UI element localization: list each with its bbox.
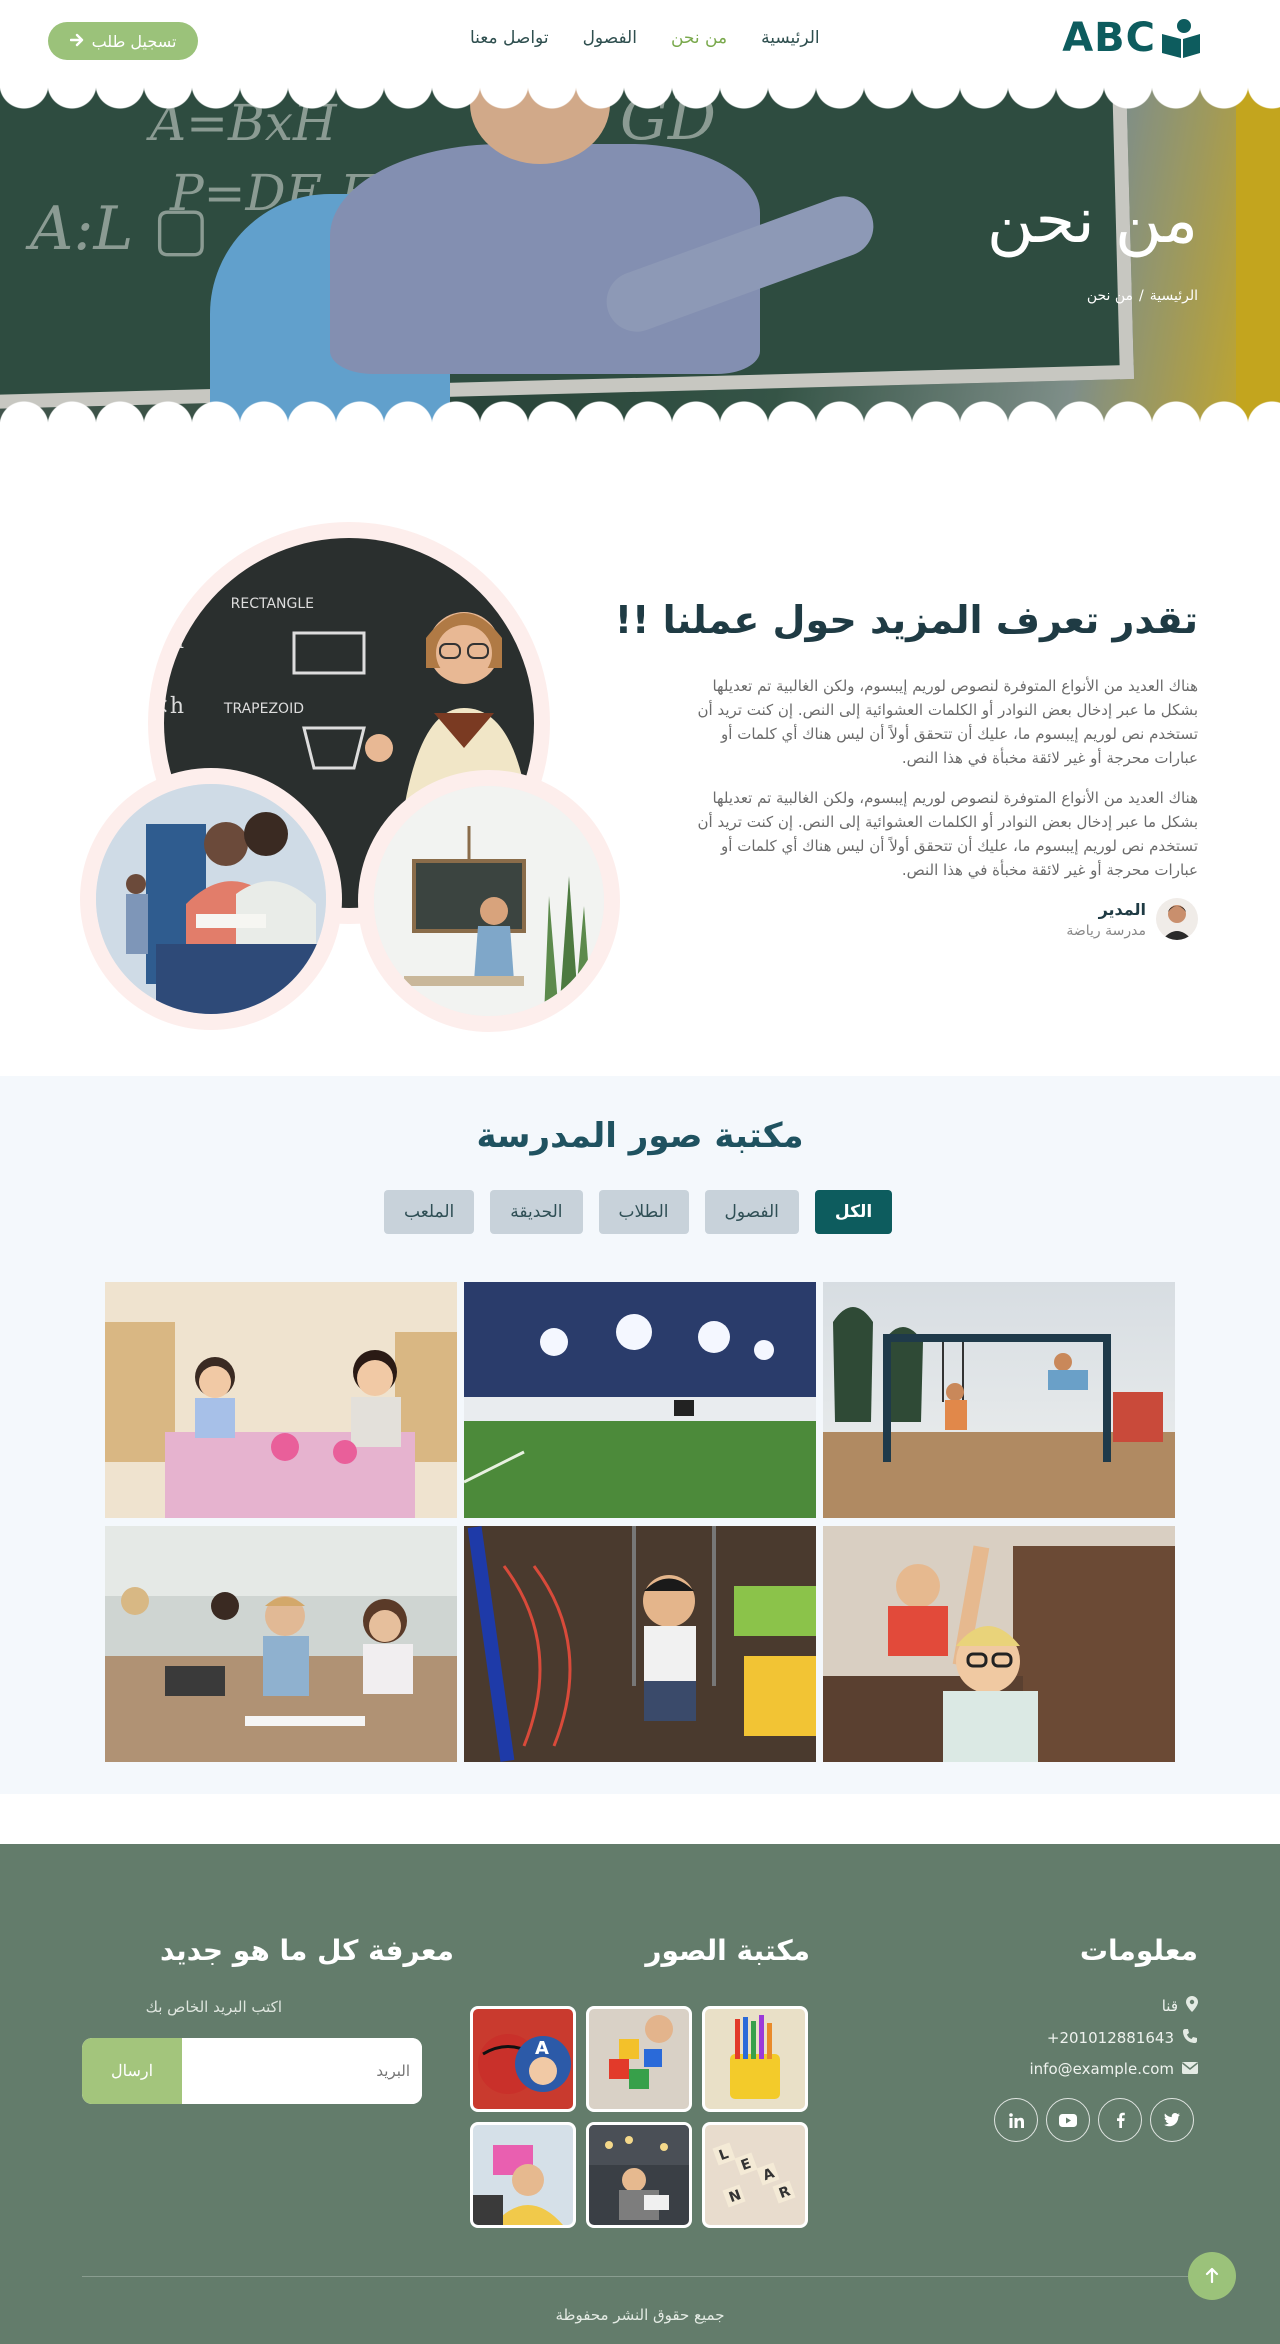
back-to-top-button[interactable] <box>1188 2252 1236 2300</box>
filter-classes[interactable]: الفصول <box>704 1190 799 1234</box>
svg-text:A: A <box>535 2038 549 2059</box>
about-paragraph: هناك العديد من الأنواع المتوفرة لنصوص لو… <box>697 789 1198 879</box>
manager-card: المدير مدرسة رياضة <box>1066 898 1198 940</box>
register-request-button[interactable]: تسجيل طلب <box>48 22 198 60</box>
gallery-grid <box>105 1282 1175 1762</box>
navbar-scallop-edge <box>0 84 1280 112</box>
facebook-icon[interactable] <box>1098 2098 1142 2142</box>
map-pin-icon <box>1186 1996 1198 2016</box>
copyright-text: جميع حقوق النشر محفوظة <box>555 2306 725 2324</box>
svg-text:A=b×h: A=b×h <box>164 694 184 719</box>
boy-raising-hand-photo[interactable] <box>823 1526 1175 1762</box>
superhero-kids-thumbnail[interactable]: A <box>470 2006 576 2112</box>
email-text[interactable]: info@example.com <box>1030 2060 1175 2078</box>
footer-info-title: معلومات <box>1079 1934 1198 1967</box>
filter-all[interactable]: الكل <box>814 1190 893 1234</box>
breadcrumb-separator: / <box>1139 288 1144 304</box>
gallery-title: مكتبة صور المدرسة <box>476 1116 804 1156</box>
newsletter-email-input[interactable] <box>182 2038 422 2104</box>
filter-playground[interactable]: الملعب <box>384 1190 475 1234</box>
manager-name: المدير <box>1098 899 1146 919</box>
breadcrumb: الرئيسية / من نحن <box>1087 288 1198 304</box>
page-title: من نحن <box>986 184 1198 258</box>
footer: معلومات قنا +201012881643 info@example.c… <box>0 1844 1280 2344</box>
logo[interactable]: ABC <box>1062 15 1202 61</box>
footer-photos-title: مكتبة الصور <box>645 1934 810 1967</box>
students-studying-image <box>96 784 326 1014</box>
filter-students[interactable]: الطلاب <box>598 1190 689 1234</box>
breadcrumb-home[interactable]: الرئيسية <box>1150 288 1198 304</box>
child-playing-thumbnail[interactable] <box>470 2122 576 2228</box>
svg-text:TRAPEZOID: TRAPEZOID <box>223 701 304 717</box>
nav-link-home[interactable]: الرئيسية <box>761 28 820 48</box>
learn-letters-thumbnail[interactable]: L E A R N <box>702 2122 808 2228</box>
footer-address: قنا <box>1162 1996 1198 2016</box>
footer-phone: +201012881643 <box>1047 2028 1198 2048</box>
boy-on-swing-photo[interactable] <box>464 1526 816 1762</box>
footer-email: info@example.com <box>1030 2060 1198 2078</box>
gallery-section: مكتبة صور المدرسة الكل الفصول الطلاب الح… <box>0 1076 1280 1794</box>
book-person-icon <box>1160 18 1202 58</box>
address-text: قنا <box>1161 1997 1178 2015</box>
toy-blocks-thumbnail[interactable] <box>586 2006 692 2112</box>
arrow-right-icon <box>69 32 84 51</box>
kids-eating-classroom-photo[interactable] <box>105 1282 457 1518</box>
manager-role: مدرسة رياضة <box>1066 922 1146 939</box>
nav-link-classes[interactable]: الفصول <box>583 28 637 48</box>
envelope-icon <box>1182 2060 1198 2078</box>
filter-garden[interactable]: الحديقة <box>490 1190 583 1234</box>
kids-drawing-classroom-photo[interactable] <box>105 1526 457 1762</box>
playground-swings-photo[interactable] <box>823 1282 1175 1518</box>
newsletter-form: ارسال <box>82 2038 422 2104</box>
arrow-up-icon <box>1205 2264 1219 2289</box>
footer-divider <box>82 2276 1198 2277</box>
footer-photo-grid: A L E A R N <box>470 2006 808 2228</box>
reading-child-thumbnail[interactable] <box>586 2122 692 2228</box>
register-request-label: تسجيل طلب <box>91 31 177 51</box>
twitter-icon[interactable] <box>1150 2098 1194 2142</box>
newsletter-submit-button[interactable]: ارسال <box>82 2038 182 2104</box>
colored-pencils-thumbnail[interactable] <box>702 2006 808 2112</box>
newsletter-subtitle: اكتب البريد الخاص بك <box>145 1998 282 2016</box>
youtube-icon[interactable] <box>1046 2098 1090 2142</box>
svg-text:RECTANGLE: RECTANGLE <box>231 596 314 612</box>
linkedin-icon[interactable] <box>994 2098 1038 2142</box>
hero-banner: A=BxH P=DE-E GD ▢ A:L من نحن الرئيسية / … <box>0 84 1280 424</box>
phone-text[interactable]: +201012881643 <box>1047 2029 1174 2047</box>
main-nav: الرئيسية من نحن الفصول تواصل معنا <box>470 28 820 48</box>
nav-link-contact[interactable]: تواصل معنا <box>470 28 549 48</box>
gallery-filters: الكل الفصول الطلاب الحديقة الملعب <box>384 1190 893 1234</box>
soccer-field-photo[interactable] <box>464 1282 816 1518</box>
nav-link-about[interactable]: من نحن <box>671 28 727 48</box>
social-links <box>994 2098 1194 2142</box>
about-section: تقدر تعرف المزيد حول عملنا !! هناك العدي… <box>0 424 1280 1076</box>
logo-text: ABC <box>1062 15 1156 61</box>
navbar: ABC الرئيسية من نحن الفصول تواصل معنا تس… <box>0 0 1280 112</box>
about-title: تقدر تعرف المزيد حول عملنا !! <box>614 598 1198 642</box>
phone-icon <box>1182 2028 1198 2048</box>
hero-scallop-edge <box>0 396 1280 424</box>
newsletter-title: معرفة كل ما هو جديد <box>160 1934 454 1967</box>
child-blackboard-image <box>374 786 604 1016</box>
avatar <box>1156 898 1198 940</box>
breadcrumb-current: من نحن <box>1086 288 1134 304</box>
about-paragraph: هناك العديد من الأنواع المتوفرة لنصوص لو… <box>697 677 1198 767</box>
